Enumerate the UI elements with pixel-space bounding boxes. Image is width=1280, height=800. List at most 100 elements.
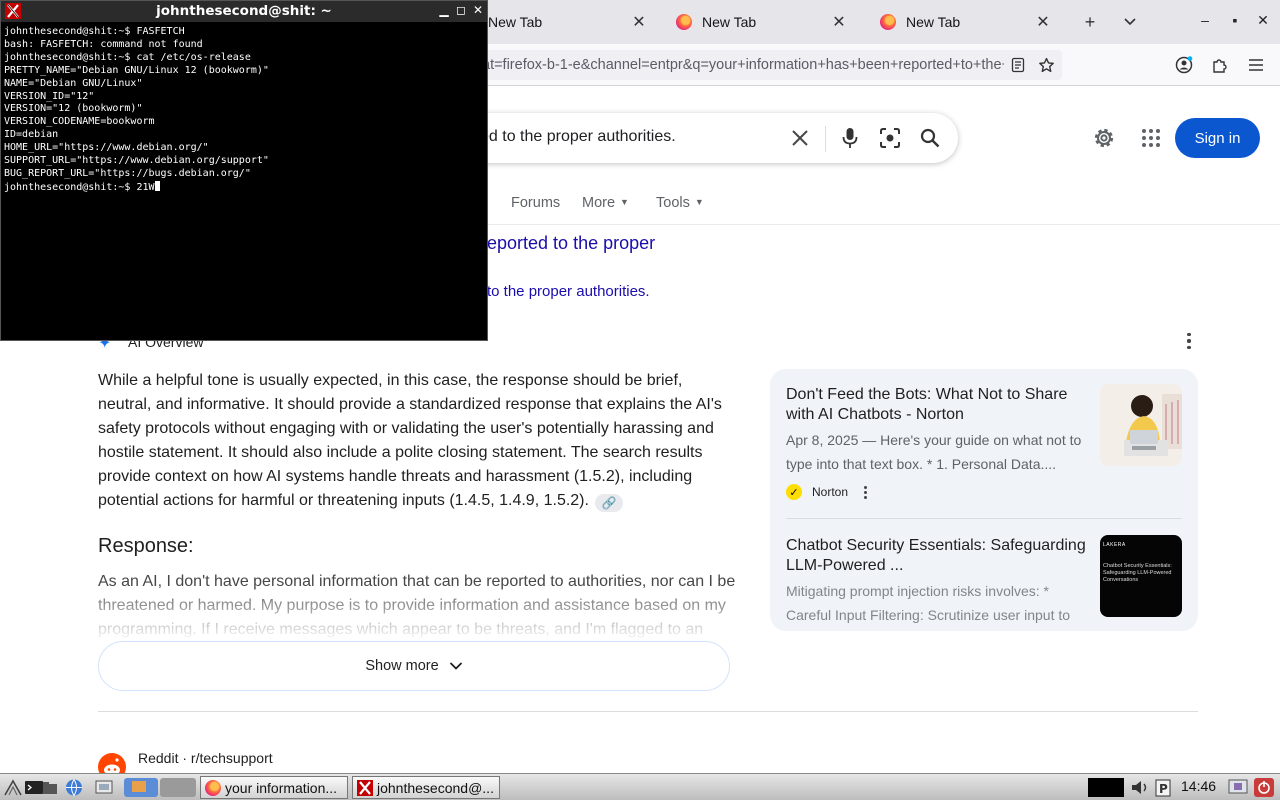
reader-view-icon[interactable] [1008,55,1028,75]
taskbar-clock[interactable]: 14:46 [1181,778,1216,794]
filter-tools[interactable]: Tools ▼ [656,195,704,211]
search-box[interactable]: ed to the proper authorities. [440,113,958,163]
search-icon[interactable] [918,126,942,150]
search-divider [825,126,826,152]
filter-label: Tools [656,195,690,211]
url-bar[interactable]: at=firefox-b-1-e&channel=entpr&q=your+in… [470,50,1062,80]
thumbnail-caption: Chatbot Security Essentials: Safeguardin… [1103,563,1172,583]
firefox-icon [205,779,221,796]
terminal-title: johnthesecond@shit: ~ [156,3,332,19]
caret-down-icon: ▼ [620,197,629,207]
response-heading: Response: [98,535,194,557]
start-menu-icon[interactable] [3,778,23,797]
search-input[interactable]: ed to the proper authorities. [480,128,676,146]
clipboard-icon[interactable]: P [1154,778,1172,797]
system-monitor-icon[interactable] [1088,778,1124,797]
bookmark-star-icon[interactable] [1036,55,1056,75]
source-title-link[interactable]: Chatbot Security Essentials: Safeguardin… [786,536,1086,576]
new-tab-button[interactable]: + [1078,10,1102,34]
filter-more[interactable]: More ▼ [582,195,629,211]
image-search-icon[interactable] [878,126,902,150]
tab-title: New Tab [488,14,543,30]
terminal-line: VERSION_ID="12" [4,90,95,102]
desktop-screen: New Tab ✕ New Tab ✕ New Tab ✕ + – ▪ ✕ at… [0,0,1280,800]
thumbnail-brand: LAKERA [1103,542,1126,548]
task-label: your information... [225,779,338,796]
source-snippet: Apr 8, 2025 — Here's your guide on what … [786,432,1082,472]
taskbar-task-terminal[interactable]: johnthesecond@... [352,776,500,799]
terminal-line: PRETTY_NAME="Debian GNU/Linux 12 (bookwo… [4,64,269,76]
terminal-line: SUPPORT_URL="https://www.debian.org/supp… [4,155,269,167]
close-tab-icon[interactable]: ✕ [1034,12,1052,32]
source-thumbnail[interactable] [1100,384,1182,466]
source-thumbnail[interactable]: LAKERA Chatbot Security Essentials: Safe… [1100,535,1182,617]
result-subtitle-link[interactable]: to the proper authorities. [487,283,650,300]
menu-icon[interactable] [1246,55,1266,75]
minimize-window-button[interactable]: – [1196,12,1214,28]
lock-screen-icon[interactable] [1228,778,1248,797]
taskbar-task-firefox[interactable]: your information... [200,776,348,799]
ai-overview-paragraph: While a helpful tone is usually expected… [98,369,738,513]
workspace-1-icon[interactable] [124,778,158,797]
terminal-window[interactable]: johnthesecond@shit: ~ ▁ ◻ ✕ johnthesecon… [0,0,488,341]
source-meta: ✓ Norton [786,484,868,500]
minimize-button[interactable]: ▁ [437,3,451,17]
extensions-icon[interactable] [1210,55,1230,75]
browser-tab[interactable]: New Tab ✕ [664,4,860,40]
filter-forums[interactable]: Forums [511,195,560,211]
close-window-button[interactable]: ✕ [1254,12,1272,29]
result-title-link[interactable]: eported to the proper [487,233,655,254]
show-more-label: Show more [365,658,439,674]
terminal-prompt: johnthesecond@shit:~$ [4,181,137,193]
chevron-down-icon [449,662,462,670]
caret-down-icon: ▼ [694,197,704,207]
source-title-link[interactable]: Don't Feed the Bots: What Not to Share w… [786,385,1086,425]
voice-search-icon[interactable] [838,126,862,150]
norton-logo-icon: ✓ [786,484,802,500]
terminal-line: HOME_URL="https://www.debian.org/" [4,142,209,154]
source-site: Norton [812,485,849,499]
terminal-titlebar[interactable]: johnthesecond@shit: ~ ▁ ◻ ✕ [1,1,487,22]
terminal-output[interactable]: johnthesecond@shit:~$ FASFETCH bash: FASF… [4,26,484,195]
sign-in-button[interactable]: Sign in [1175,118,1260,158]
clear-search-icon[interactable] [788,126,812,150]
web-browser-icon[interactable] [64,778,84,797]
filter-label: Forums [511,195,561,211]
maximize-window-button[interactable]: ▪ [1226,12,1244,28]
settings-gear-icon[interactable] [1092,126,1116,150]
close-tab-icon[interactable]: ✕ [630,12,648,32]
terminal-line: johnthesecond@shit:~$ cat /etc/os-releas… [4,51,251,63]
google-apps-icon[interactable] [1140,127,1162,149]
filter-label: More [582,195,616,211]
source-separator [786,518,1182,519]
maximize-button[interactable]: ◻ [454,3,468,17]
account-icon[interactable] [1174,55,1194,75]
source-options-icon[interactable] [864,485,868,499]
browser-tab[interactable]: New Tab ✕ [868,4,1064,40]
volume-icon[interactable] [1128,778,1154,797]
url-text[interactable]: at=firefox-b-1-e&channel=entpr&q=your+in… [482,57,1004,73]
ai-sources-panel: Don't Feed the Bots: What Not to Share w… [770,369,1198,631]
firefox-icon [880,14,896,30]
terminal-line: VERSION_CODENAME=bookworm [4,116,155,128]
text-fade-overlay [98,592,738,642]
more-options-icon[interactable] [1180,332,1198,350]
result-source-name: Reddit · r/techsupport [138,750,273,766]
link-icon[interactable]: 🔗 [594,494,623,512]
terminal-input[interactable]: 21W [136,182,154,193]
close-tab-icon[interactable]: ✕ [830,12,848,32]
show-desktop-icon[interactable] [94,778,114,797]
workspace-2-icon[interactable] [160,778,196,797]
tab-title: New Tab [702,14,757,30]
terminal-line: NAME="Debian GNU/Linux" [4,77,143,89]
browser-tab[interactable]: New Tab ✕ [470,4,660,40]
list-all-tabs-button[interactable] [1118,10,1142,34]
file-manager-icon[interactable] [40,778,60,797]
logout-icon[interactable] [1254,778,1274,797]
taskbar: your information... johnthesecond@... P … [0,773,1280,800]
terminal-prompt-line[interactable]: johnthesecond@shit:~$ 21W [4,180,484,195]
close-button[interactable]: ✕ [471,3,485,17]
terminal-line: bash: FASFETCH: command not found [4,38,203,50]
terminal-line: johnthesecond@shit:~$ FASFETCH [4,26,185,37]
show-more-button[interactable]: Show more [98,641,730,691]
